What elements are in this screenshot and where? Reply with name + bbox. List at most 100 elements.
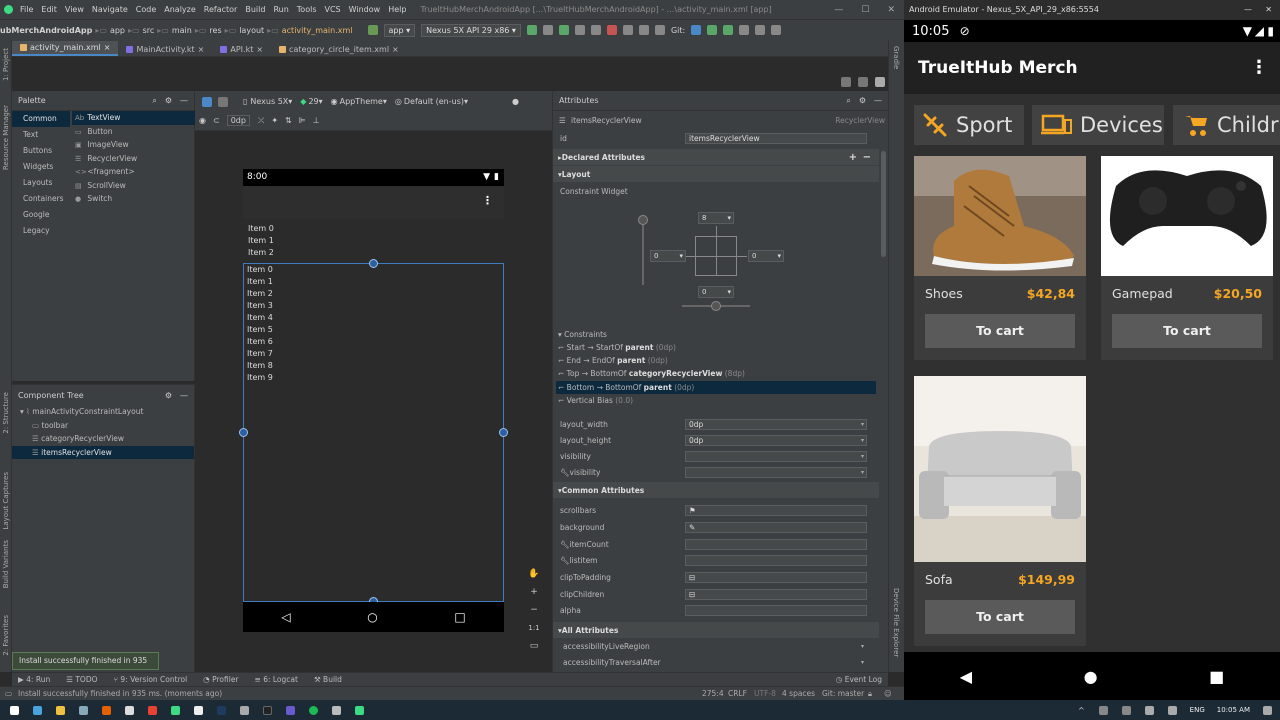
git-update-icon[interactable] [691, 25, 702, 35]
sdk-manager-icon[interactable] [654, 25, 665, 35]
lock-icon[interactable]: 🔒︎ [868, 689, 872, 699]
app-icon[interactable] [332, 705, 341, 715]
search-icon[interactable]: ⌕ [152, 96, 156, 106]
listitem-field[interactable] [685, 554, 867, 566]
overflow-menu-icon[interactable]: ⋮ [1250, 42, 1268, 94]
line-separator[interactable]: CRLF [728, 689, 747, 698]
palette-item-fragment[interactable]: <> <fragment> [72, 165, 195, 179]
close-icon[interactable]: ✕ [1265, 0, 1272, 20]
firefox-icon[interactable] [102, 705, 111, 715]
project-tool-tab[interactable]: 1: Project [2, 48, 10, 81]
photoshop-icon[interactable] [217, 705, 226, 715]
code-view-icon[interactable] [841, 77, 851, 87]
taskview-icon[interactable] [33, 705, 42, 715]
left-constraint-handle[interactable] [239, 428, 248, 437]
close-tab-icon[interactable]: × [198, 45, 205, 54]
device-file-explorer-tab[interactable]: Device File Explorer [892, 588, 900, 657]
undo-icon[interactable] [755, 25, 766, 35]
tree-item-category-recycler[interactable]: ☰ categoryRecyclerView [12, 432, 194, 446]
breadcrumb-layout[interactable]: layout [236, 26, 267, 35]
git-commit-icon[interactable] [707, 25, 718, 35]
emulator-icon[interactable] [355, 705, 364, 715]
palette-item-recyclerview[interactable]: ☰ RecyclerView [72, 152, 195, 166]
menu-vcs[interactable]: VCS [321, 5, 345, 14]
build-tab[interactable]: ⚒ Build [308, 675, 348, 684]
tree-item-toolbar[interactable]: ▭ toolbar [12, 419, 194, 433]
top-margin-select[interactable]: 8 ▾ [698, 212, 734, 224]
palette-category[interactable]: Text [12, 127, 70, 143]
product-card-gamepad[interactable]: Gamepad $20,50 To cart [1101, 156, 1273, 360]
todo-tab[interactable]: ☰ TODO [60, 675, 103, 684]
menu-refactor[interactable]: Refactor [200, 5, 242, 14]
tray-app-icon[interactable] [1098, 705, 1108, 715]
menu-navigate[interactable]: Navigate [88, 5, 132, 14]
add-to-cart-button[interactable]: To cart [925, 600, 1075, 634]
palette-item-textview[interactable]: Ab TextView [72, 111, 195, 125]
right-constraint-handle[interactable] [499, 428, 508, 437]
status-message[interactable]: Install successfully finished in 935 ms.… [18, 689, 222, 698]
all-attributes-section[interactable]: ▾ All Attributes [553, 622, 879, 638]
minimize-panel-icon[interactable]: — [874, 96, 882, 105]
declared-attributes-section[interactable]: ▸ Declared Attributes + − [553, 149, 879, 165]
file-explorer-icon[interactable] [56, 705, 65, 715]
recents-icon[interactable]: ■ [1209, 667, 1224, 686]
tab-category-item[interactable]: category_circle_item.xml × [271, 43, 407, 56]
palette-category[interactable]: Common [12, 111, 70, 127]
event-log-tab[interactable]: ◷ Event Log [830, 675, 888, 684]
menu-analyze[interactable]: Analyze [160, 5, 200, 14]
menu-code[interactable]: Code [132, 5, 160, 14]
file-encoding[interactable]: UTF-8 [754, 689, 776, 698]
profile-icon[interactable] [574, 25, 585, 35]
menu-help[interactable]: Help [384, 5, 410, 14]
minimize-icon[interactable]: — [1244, 0, 1252, 20]
attach-icon[interactable] [590, 25, 601, 35]
stop-icon[interactable] [606, 25, 617, 35]
git-push-icon[interactable] [723, 25, 734, 35]
device-select[interactable]: Nexus 5X API 29 x86 ▾ [421, 23, 521, 37]
tray-app-icon[interactable] [1121, 705, 1131, 715]
visibility-select[interactable]: ▾ [685, 450, 867, 462]
menu-window[interactable]: Window [345, 5, 385, 14]
left-margin-select[interactable]: 0 ▾ [650, 250, 686, 262]
palette-category[interactable]: Layouts [12, 175, 70, 191]
add-attribute-icon[interactable]: + [849, 152, 857, 163]
run-config-select[interactable]: app ▾ [383, 23, 416, 37]
tab-activity-main[interactable]: activity_main.xml × [12, 41, 119, 56]
scrollbars-field[interactable]: ⚑ [685, 504, 867, 516]
item-count-field[interactable] [685, 538, 867, 550]
top-constraint-handle[interactable] [369, 259, 378, 268]
items-recycler-preview[interactable]: Item 0 Item 1 Item 2 Item 3 Item 4 Item … [239, 259, 508, 606]
device-select[interactable]: Nexus 5X [250, 97, 288, 106]
version-control-tab[interactable]: ⑂ 9: Version Control [108, 675, 194, 684]
attributes-scrollbar[interactable] [881, 151, 886, 257]
layout-section[interactable]: ▾ Layout [553, 166, 879, 182]
category-chip-children[interactable]: Childr [1173, 105, 1280, 145]
status-toggle-icon[interactable]: ▭ [5, 689, 12, 698]
debug-icon[interactable] [558, 25, 569, 35]
hammer-icon[interactable] [367, 25, 378, 35]
breadcrumb-project[interactable]: ubMerchAndroidApp [0, 26, 95, 35]
spotify-icon[interactable] [309, 705, 318, 715]
menu-run[interactable]: Run [269, 5, 292, 14]
add-to-cart-button[interactable]: To cart [1112, 314, 1262, 348]
minimize-icon[interactable]: — [825, 5, 852, 15]
git-branch[interactable]: Git: master [822, 689, 864, 698]
profiler-tab[interactable]: ◔ Profiler [197, 675, 244, 684]
align-icon[interactable]: ⊫ [299, 116, 306, 125]
start-icon[interactable] [10, 705, 19, 715]
structure-tab[interactable]: 2: Structure [2, 392, 10, 434]
android-studio-icon[interactable] [171, 705, 180, 715]
vertical-bias-row[interactable]: ⌐ Vertical Bias (0.0) [558, 394, 633, 407]
search-everywhere-icon[interactable] [771, 25, 782, 35]
chevron-down-icon[interactable]: ▾ [288, 97, 292, 106]
breadcrumb-file[interactable]: activity_main.xml [279, 26, 356, 35]
remove-attribute-icon[interactable]: − [863, 152, 871, 163]
cursor-position[interactable]: 275:4 [702, 689, 724, 698]
close-tab-icon[interactable]: × [104, 43, 111, 52]
chrome-icon[interactable] [148, 705, 157, 715]
product-card-sofa[interactable]: Sofa $149,99 To cart [914, 376, 1086, 646]
clear-constraints-icon[interactable]: ⤫ [258, 116, 264, 126]
common-attributes-section[interactable]: ▾ Common Attributes [553, 482, 879, 498]
gear-icon[interactable]: ⚙ [165, 96, 172, 105]
tab-main-activity[interactable]: MainActivity.kt × [118, 43, 212, 56]
